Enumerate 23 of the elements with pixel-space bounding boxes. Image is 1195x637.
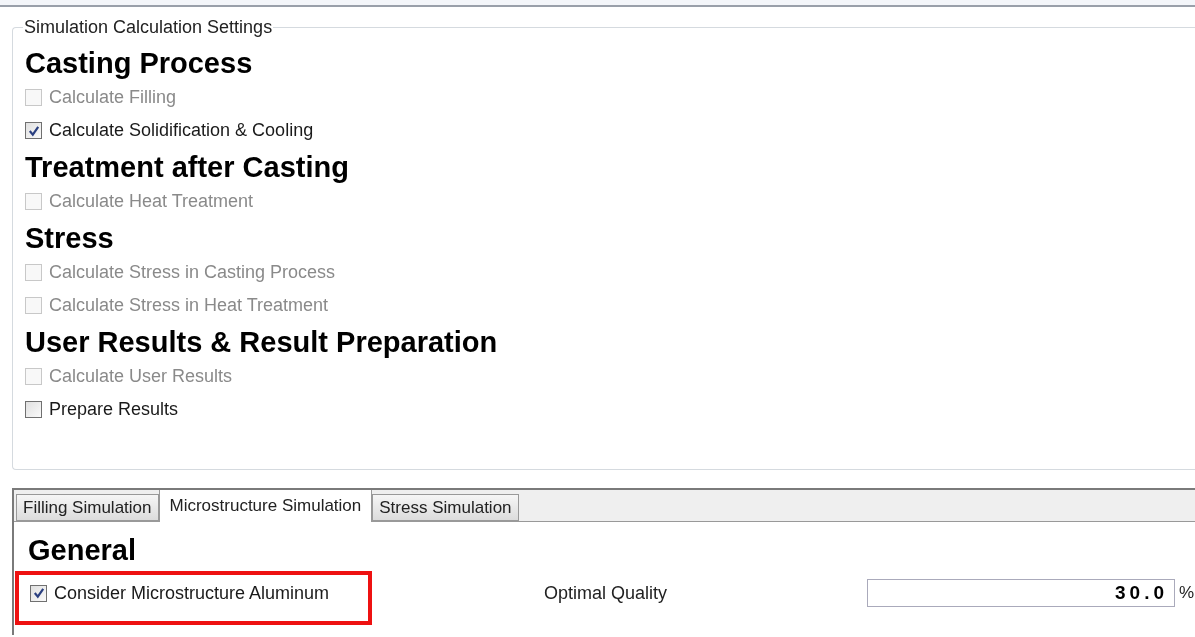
checkbox[interactable] xyxy=(25,122,42,139)
tab[interactable]: Filling Simulation xyxy=(16,494,159,521)
checkbox-label: Calculate Heat Treatment xyxy=(49,190,254,213)
checkbox-label: Prepare Results xyxy=(49,398,179,421)
checkbox-label: Calculate Stress in Heat Treatment xyxy=(49,294,329,317)
checkbox-label: Consider Microstructure Aluminum xyxy=(54,581,330,605)
group-title: Simulation Calculation Settings xyxy=(23,16,274,39)
input-field[interactable]: 30.0 xyxy=(867,579,1175,607)
tab[interactable]: Microstructure Simulation xyxy=(158,490,373,522)
field-label: Optimal Quality xyxy=(544,581,669,605)
checkbox-label: Calculate User Results xyxy=(49,365,233,388)
section-heading: General xyxy=(28,533,137,568)
unit-label: % xyxy=(1179,582,1195,605)
section-heading: Stress xyxy=(25,221,115,256)
section-heading: Treatment after Casting xyxy=(25,150,350,185)
tab[interactable]: Stress Simulation xyxy=(372,494,519,521)
checkbox-label: Calculate Filling xyxy=(49,86,177,109)
checkbox-label: Calculate Solidification & Cooling xyxy=(49,119,314,142)
section-heading: Casting Process xyxy=(25,46,254,81)
section-heading: User Results & Result Preparation xyxy=(25,325,499,360)
checkbox[interactable] xyxy=(30,584,47,602)
checkbox-label: Calculate Stress in Casting Process xyxy=(49,261,336,284)
checkbox[interactable] xyxy=(25,401,42,418)
